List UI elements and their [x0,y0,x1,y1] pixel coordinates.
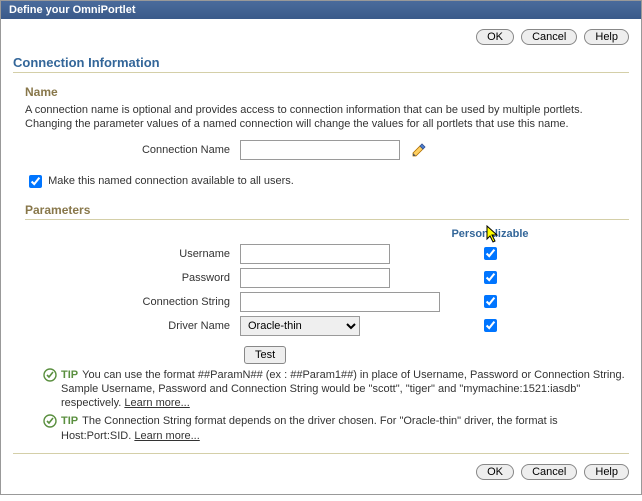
divider [13,453,629,454]
share-connection-text: Make this named connection available to … [48,175,294,187]
password-label: Password [25,272,240,284]
bottom-button-row: OK Cancel Help [13,460,629,484]
cancel-button[interactable]: Cancel [521,29,577,45]
tip-icon [43,414,61,443]
divider [13,72,629,73]
connection-string-personalizable-checkbox[interactable] [484,295,497,308]
driver-name-personalizable-checkbox[interactable] [484,319,497,332]
name-heading: Name [25,79,629,101]
help-button[interactable]: Help [584,464,629,480]
help-button[interactable]: Help [584,29,629,45]
connection-string-label: Connection String [25,296,240,308]
personalizable-header: Personalizable [440,228,540,240]
password-input[interactable] [240,268,390,288]
learn-more-link[interactable]: Learn more... [124,397,189,409]
learn-more-link[interactable]: Learn more... [134,430,199,442]
ok-button[interactable]: OK [476,464,514,480]
password-personalizable-checkbox[interactable] [484,271,497,284]
cancel-button[interactable]: Cancel [521,464,577,480]
section-title: Connection Information [13,49,629,72]
parameters-heading: Parameters [25,197,629,219]
share-connection-checkbox[interactable] [29,175,42,188]
test-button[interactable]: Test [244,346,286,364]
window-title: Define your OmniPortlet [1,1,641,19]
name-description: A connection name is optional and provid… [25,101,629,138]
edit-icon[interactable] [411,142,427,158]
connection-name-label: Connection Name [25,144,240,156]
divider [25,219,629,220]
share-connection-checkbox-label[interactable]: Make this named connection available to … [25,175,294,187]
username-label: Username [25,248,240,260]
driver-name-label: Driver Name [25,320,240,332]
ok-button[interactable]: OK [476,29,514,45]
top-button-row: OK Cancel Help [13,25,629,49]
tip-icon [43,368,61,411]
driver-name-select[interactable]: Oracle-thin [240,316,360,336]
connection-string-input[interactable] [240,292,440,312]
username-personalizable-checkbox[interactable] [484,247,497,260]
connection-name-input[interactable] [240,140,400,160]
tip-label: TIP [61,369,82,381]
tip-label: TIP [61,415,82,427]
username-input[interactable] [240,244,390,264]
